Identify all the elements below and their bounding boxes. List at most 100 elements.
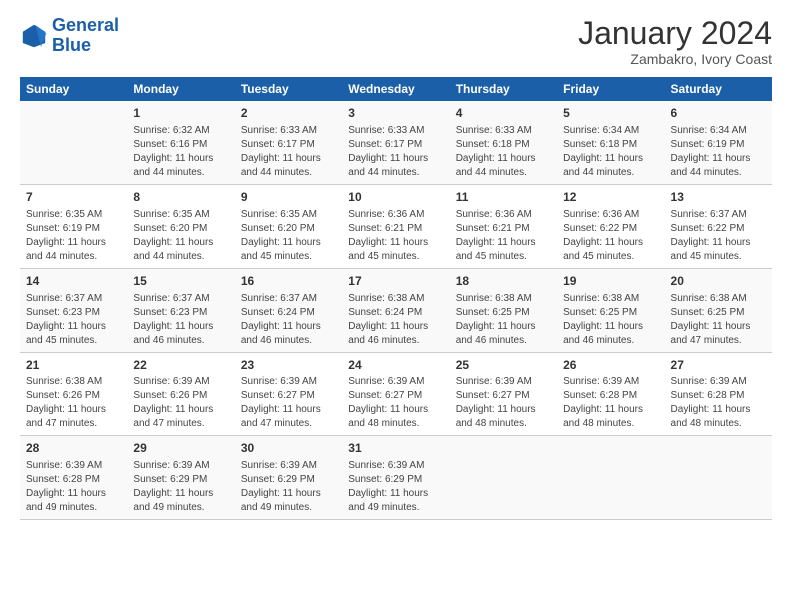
cell-w2-d1: 7 Sunrise: 6:35 AMSunset: 6:19 PMDaylight…: [20, 184, 127, 268]
daylight-info: Daylight: 11 hours and 46 minutes.: [133, 320, 228, 348]
sunset-info: Sunset: 6:24 PM: [241, 306, 336, 320]
day-number: 16: [241, 273, 336, 290]
day-number: 13: [671, 189, 766, 206]
sunrise-info: Sunrise: 6:39 AM: [348, 459, 443, 473]
sunrise-info: Sunrise: 6:38 AM: [26, 375, 121, 389]
cell-w3-d5: 18Sunrise: 6:38 AMSunset: 6:25 PMDayligh…: [450, 268, 557, 352]
sunset-info: Sunset: 6:25 PM: [671, 306, 766, 320]
sunrise-info: Sunrise: 6:36 AM: [456, 208, 551, 222]
day-number: 11: [456, 189, 551, 206]
calendar-subtitle: Zambakro, Ivory Coast: [578, 51, 772, 67]
sunset-info: Sunset: 6:29 PM: [241, 473, 336, 487]
logo-text: General Blue: [52, 16, 119, 56]
day-number: 17: [348, 273, 443, 290]
daylight-info: Daylight: 11 hours and 45 minutes.: [26, 320, 121, 348]
daylight-info: Daylight: 11 hours and 48 minutes.: [456, 403, 551, 431]
sunset-info: Sunset: 6:27 PM: [348, 389, 443, 403]
sunset-info: Sunset: 6:29 PM: [133, 473, 228, 487]
sunrise-info: Sunrise: 6:33 AM: [241, 124, 336, 138]
sunrise-info: Sunrise: 6:39 AM: [133, 459, 228, 473]
sunset-info: Sunset: 6:27 PM: [456, 389, 551, 403]
cell-w2-d3: 9Sunrise: 6:35 AMSunset: 6:20 PMDaylight…: [235, 184, 342, 268]
cell-w3-d4: 17Sunrise: 6:38 AMSunset: 6:24 PMDayligh…: [342, 268, 449, 352]
cell-w4-d3: 23Sunrise: 6:39 AMSunset: 6:27 PMDayligh…: [235, 352, 342, 436]
daylight-info: Daylight: 11 hours and 48 minutes.: [348, 403, 443, 431]
day-number: 4: [456, 105, 551, 122]
logo: General Blue: [20, 16, 119, 56]
daylight-info: Daylight: 11 hours and 47 minutes.: [133, 403, 228, 431]
calendar-title: January 2024: [578, 16, 772, 51]
cell-w4-d5: 25Sunrise: 6:39 AMSunset: 6:27 PMDayligh…: [450, 352, 557, 436]
page: General Blue January 2024 Zambakro, Ivor…: [0, 0, 792, 530]
logo-line2: Blue: [52, 35, 91, 55]
cell-w5-d3: 30Sunrise: 6:39 AMSunset: 6:29 PMDayligh…: [235, 436, 342, 520]
day-number: 8: [133, 189, 228, 206]
daylight-info: Daylight: 11 hours and 44 minutes.: [348, 152, 443, 180]
cell-w3-d1: 14Sunrise: 6:37 AMSunset: 6:23 PMDayligh…: [20, 268, 127, 352]
sunset-info: Sunset: 6:28 PM: [563, 389, 658, 403]
sunset-info: Sunset: 6:26 PM: [26, 389, 121, 403]
cell-w5-d5: [450, 436, 557, 520]
day-number: 9: [241, 189, 336, 206]
daylight-info: Daylight: 11 hours and 46 minutes.: [348, 320, 443, 348]
day-number: 25: [456, 357, 551, 374]
header: General Blue January 2024 Zambakro, Ivor…: [20, 16, 772, 67]
cell-w2-d7: 13Sunrise: 6:37 AMSunset: 6:22 PMDayligh…: [665, 184, 772, 268]
cell-w3-d7: 20Sunrise: 6:38 AMSunset: 6:25 PMDayligh…: [665, 268, 772, 352]
daylight-info: Daylight: 11 hours and 45 minutes.: [563, 236, 658, 264]
cell-w1-d1: [20, 101, 127, 184]
sunrise-info: Sunrise: 6:39 AM: [241, 375, 336, 389]
cell-w1-d2: 1Sunrise: 6:32 AMSunset: 6:16 PMDaylight…: [127, 101, 234, 184]
sunset-info: Sunset: 6:19 PM: [26, 222, 121, 236]
cell-w2-d4: 10Sunrise: 6:36 AMSunset: 6:21 PMDayligh…: [342, 184, 449, 268]
day-number: 24: [348, 357, 443, 374]
day-number: 28: [26, 440, 121, 457]
daylight-info: Daylight: 11 hours and 47 minutes.: [241, 403, 336, 431]
sunrise-info: Sunrise: 6:35 AM: [26, 208, 121, 222]
header-tuesday: Tuesday: [235, 77, 342, 101]
cell-w4-d4: 24Sunrise: 6:39 AMSunset: 6:27 PMDayligh…: [342, 352, 449, 436]
day-number: 27: [671, 357, 766, 374]
header-saturday: Saturday: [665, 77, 772, 101]
week-row-1: 1Sunrise: 6:32 AMSunset: 6:16 PMDaylight…: [20, 101, 772, 184]
daylight-info: Daylight: 11 hours and 47 minutes.: [26, 403, 121, 431]
cell-w3-d6: 19Sunrise: 6:38 AMSunset: 6:25 PMDayligh…: [557, 268, 664, 352]
sunset-info: Sunset: 6:22 PM: [563, 222, 658, 236]
sunset-info: Sunset: 6:24 PM: [348, 306, 443, 320]
sunrise-info: Sunrise: 6:33 AM: [348, 124, 443, 138]
header-sunday: Sunday: [20, 77, 127, 101]
daylight-info: Daylight: 11 hours and 48 minutes.: [671, 403, 766, 431]
logo-icon: [20, 22, 48, 50]
header-monday: Monday: [127, 77, 234, 101]
sunrise-info: Sunrise: 6:37 AM: [133, 292, 228, 306]
week-row-4: 21Sunrise: 6:38 AMSunset: 6:26 PMDayligh…: [20, 352, 772, 436]
header-row: Sunday Monday Tuesday Wednesday Thursday…: [20, 77, 772, 101]
sunset-info: Sunset: 6:28 PM: [671, 389, 766, 403]
daylight-info: Daylight: 11 hours and 44 minutes.: [133, 152, 228, 180]
title-block: January 2024 Zambakro, Ivory Coast: [578, 16, 772, 67]
sunrise-info: Sunrise: 6:35 AM: [241, 208, 336, 222]
cell-w5-d1: 28Sunrise: 6:39 AMSunset: 6:28 PMDayligh…: [20, 436, 127, 520]
daylight-info: Daylight: 11 hours and 45 minutes.: [348, 236, 443, 264]
calendar-table: Sunday Monday Tuesday Wednesday Thursday…: [20, 77, 772, 520]
day-number: 7: [26, 189, 121, 206]
day-number: 1: [133, 105, 228, 122]
header-wednesday: Wednesday: [342, 77, 449, 101]
cell-w5-d4: 31Sunrise: 6:39 AMSunset: 6:29 PMDayligh…: [342, 436, 449, 520]
daylight-info: Daylight: 11 hours and 44 minutes.: [563, 152, 658, 180]
day-number: 18: [456, 273, 551, 290]
daylight-info: Daylight: 11 hours and 48 minutes.: [563, 403, 658, 431]
daylight-info: Daylight: 11 hours and 49 minutes.: [348, 487, 443, 515]
week-row-5: 28Sunrise: 6:39 AMSunset: 6:28 PMDayligh…: [20, 436, 772, 520]
sunrise-info: Sunrise: 6:38 AM: [671, 292, 766, 306]
header-friday: Friday: [557, 77, 664, 101]
sunrise-info: Sunrise: 6:36 AM: [563, 208, 658, 222]
sunrise-info: Sunrise: 6:39 AM: [133, 375, 228, 389]
day-number: 15: [133, 273, 228, 290]
daylight-info: Daylight: 11 hours and 44 minutes.: [456, 152, 551, 180]
sunrise-info: Sunrise: 6:36 AM: [348, 208, 443, 222]
sunset-info: Sunset: 6:25 PM: [563, 306, 658, 320]
sunset-info: Sunset: 6:16 PM: [133, 138, 228, 152]
day-number: 3: [348, 105, 443, 122]
daylight-info: Daylight: 11 hours and 44 minutes.: [26, 236, 121, 264]
